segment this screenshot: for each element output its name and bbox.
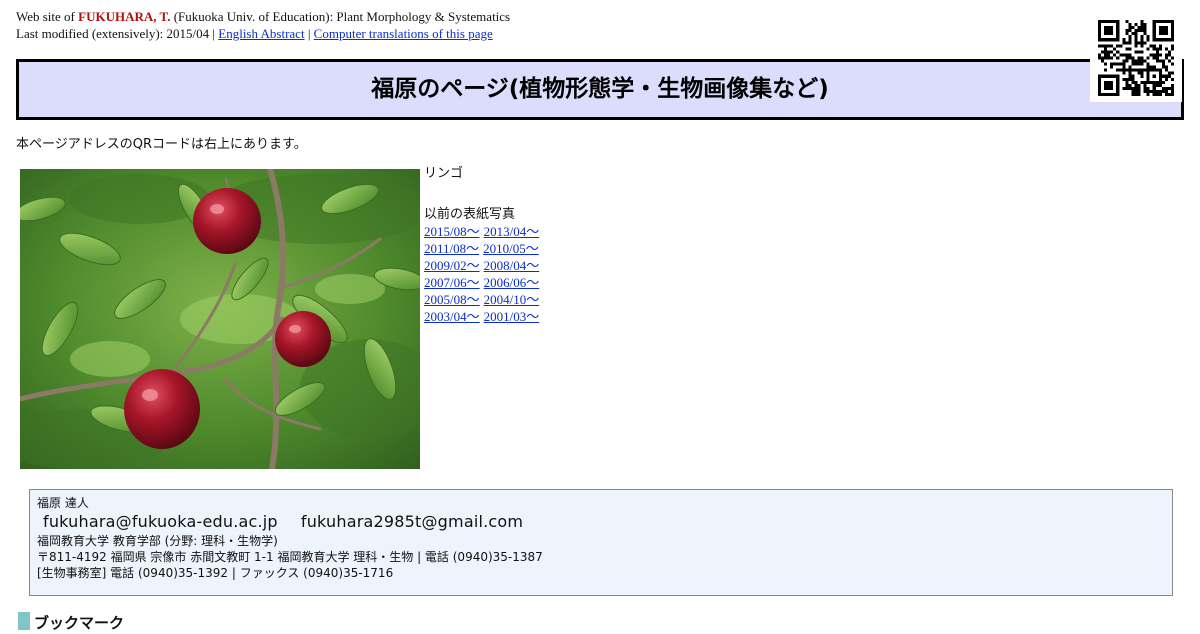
bookmark-heading: ブックマーク (18, 612, 124, 634)
email-university: fukuhara@fukuoka-edu.ac.jp (43, 512, 278, 531)
computer-translations-link[interactable]: Computer translations of this page (314, 26, 493, 41)
past-cover-link[interactable]: 2015/08～ (424, 224, 480, 239)
page-title-bar: 福原のページ(植物形態学・生物画像集など) (16, 59, 1184, 120)
contact-address: 〒811-4192 福岡県 宗像市 赤間文教町 1-1 福岡教育大学 理科・生物… (37, 550, 543, 564)
past-cover-row: 2005/08～ 2004/10～ (424, 291, 543, 308)
cover-subject: リンゴ (424, 166, 464, 181)
header-affiliation: (Fukuoka Univ. of Education): Plant Morp… (170, 9, 511, 24)
past-cover-link[interactable]: 2003/04～ (424, 309, 480, 324)
past-cover-link[interactable]: 2010/05～ (483, 241, 539, 256)
qr-code-icon (1098, 20, 1174, 96)
qr-note: 本ページアドレスのQRコードは右上にあります。 (16, 137, 307, 152)
english-abstract-link[interactable]: English Abstract (218, 26, 304, 41)
past-cover-link[interactable]: 2011/08～ (424, 241, 479, 256)
email-gmail: fukuhara2985t@gmail.com (300, 512, 524, 531)
page-title: 福原のページ(植物形態学・生物画像集など) (371, 76, 829, 102)
past-cover-link[interactable]: 2009/02～ (424, 258, 480, 273)
past-cover-link[interactable]: 2005/08～ (424, 292, 480, 307)
past-cover-link[interactable]: 2013/04～ (484, 224, 540, 239)
past-cover-link[interactable]: 2006/06～ (484, 275, 540, 290)
past-cover-row: 2003/04～ 2001/03～ (424, 308, 543, 325)
contact-department: 福岡教育大学 教育学部 (分野: 理科・生物学) (37, 534, 278, 548)
past-covers-heading: 以前の表紙写真 (424, 207, 516, 222)
header-prefix: Web site of (16, 9, 79, 24)
cover-info: リンゴ 以前の表紙写真 2015/08～ 2013/04～ 2011/08～ 201… (424, 165, 543, 325)
qr-code (1090, 12, 1182, 102)
past-cover-row: 2007/06～ 2006/06～ (424, 274, 543, 291)
past-cover-row: 2011/08～ 2010/05～ (424, 240, 543, 257)
apple-tree-photo-icon (20, 169, 420, 469)
past-cover-link[interactable]: 2008/04～ (484, 258, 540, 273)
site-header-line: Web site of FUKUHARA, T. (Fukuoka Univ. … (16, 8, 510, 25)
last-modified-line: Last modified (extensively): 2015/04 | E… (16, 25, 493, 42)
past-cover-link[interactable]: 2001/03～ (484, 309, 540, 324)
link-separator: | (304, 26, 314, 41)
contact-name: 福原 達人 (37, 496, 89, 510)
author-name: FUKUHARA, T. (78, 9, 171, 24)
last-modified-text: Last modified (extensively): 2015/04 | (16, 26, 219, 41)
contact-box: 福原 達人 fukuhara@fukuoka-edu.ac.jp fukuhar… (29, 489, 1173, 596)
cover-photo-apple (20, 169, 420, 469)
contact-emails: fukuhara@fukuoka-edu.ac.jp fukuhara2985t… (43, 514, 1165, 530)
past-covers-list: 2015/08～ 2013/04～ 2011/08～ 2010/05～ 2009/0… (424, 223, 543, 325)
contact-office: [生物事務室] 電話 (0940)35-1392 | ファックス (0940)3… (37, 566, 394, 580)
past-cover-link[interactable]: 2004/10～ (484, 292, 540, 307)
bookmark-label: ブックマーク (34, 614, 125, 632)
past-cover-link[interactable]: 2007/06～ (424, 275, 480, 290)
bookmark-marker (18, 612, 30, 630)
past-cover-row: 2015/08～ 2013/04～ (424, 223, 543, 240)
past-cover-row: 2009/02～ 2008/04～ (424, 257, 543, 274)
